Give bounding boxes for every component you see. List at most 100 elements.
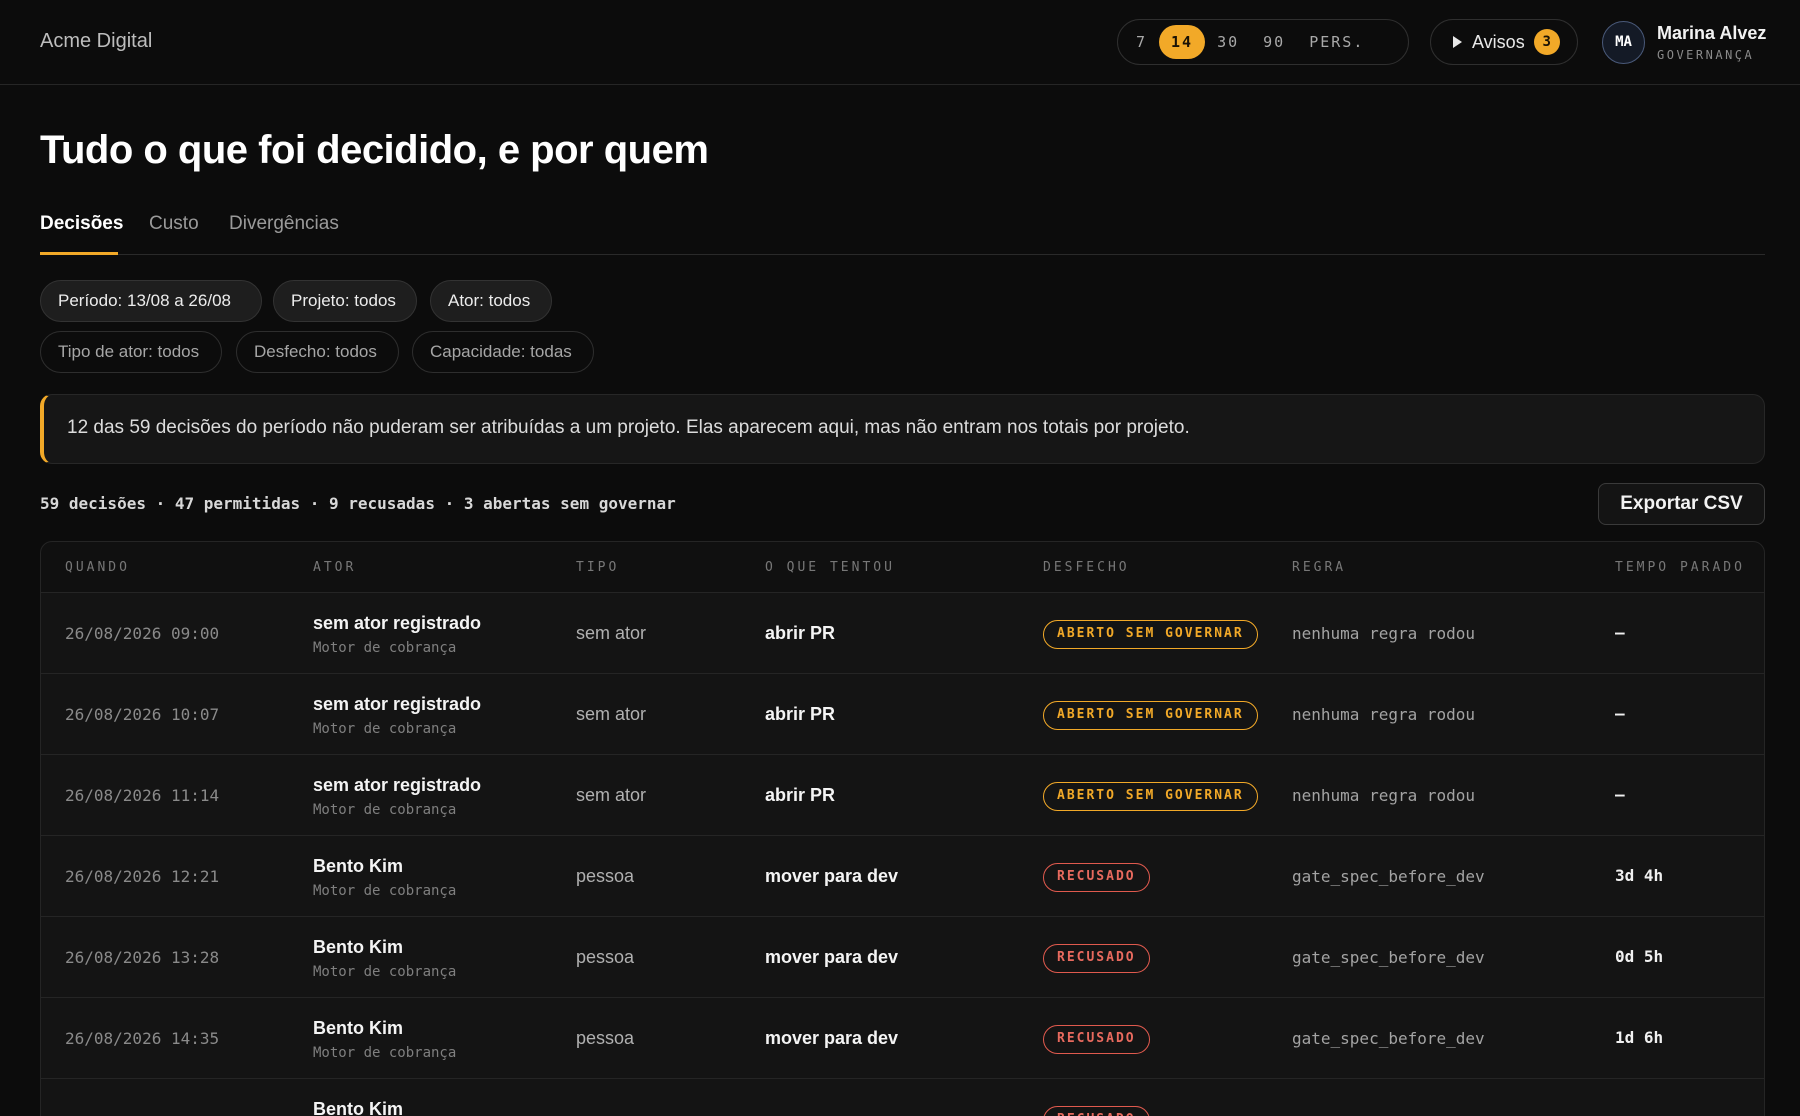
table-row[interactable]: 26/08/2026 13:28 Bento Kim Motor de cobran… xyxy=(41,917,1764,998)
cell-type: sem ator xyxy=(576,623,647,643)
range-option-7[interactable]: 7 xyxy=(1124,25,1159,59)
filter-project[interactable]: Projeto: todos xyxy=(273,280,417,322)
filter-outcome[interactable]: Desfecho: todos xyxy=(236,331,399,373)
outcome-badge: ABERTO SEM GOVERNAR xyxy=(1043,620,1258,649)
range-option-90[interactable]: 90 xyxy=(1251,25,1297,59)
cell-actor-project: Motor de cobrança xyxy=(313,1045,457,1061)
tab-custo[interactable]: Custo xyxy=(149,213,199,235)
outcome-badge: ABERTO SEM GOVERNAR xyxy=(1043,701,1258,730)
range-option-14[interactable]: 14 xyxy=(1159,25,1206,59)
table-row[interactable]: 26/08/2026 14:35 Bento Kim Motor de cobran… xyxy=(41,998,1764,1079)
cell-outcome: RECUSADO xyxy=(1043,1025,1150,1054)
cell-actor-project: Motor de cobrança xyxy=(313,640,457,656)
column-header-rule[interactable]: REGRA xyxy=(1292,560,1346,575)
filter-period[interactable]: Período: 13/08 a 26/08 xyxy=(40,280,262,322)
cell-rule: gate_spec_before_dev xyxy=(1292,867,1485,886)
range-option-custom[interactable]: PERS. xyxy=(1297,25,1376,59)
cell-actor-project: Motor de cobrança xyxy=(313,802,457,818)
cell-outcome: ABERTO SEM GOVERNAR xyxy=(1043,620,1258,649)
column-header-type[interactable]: TIPO xyxy=(576,560,619,575)
cell-attempt: mover para dev xyxy=(765,947,899,967)
cell-actor: sem ator registrado xyxy=(313,613,482,633)
alerts-count-badge: 3 xyxy=(1533,29,1560,55)
outcome-badge: RECUSADO xyxy=(1043,944,1150,973)
cell-attempt: mover para dev xyxy=(765,866,899,886)
cell-actor-project: Motor de cobrança xyxy=(313,883,457,899)
table-row[interactable]: 26/08/2026 12:21 Bento Kim Motor de cobran… xyxy=(41,836,1764,917)
outcome-badge: RECUSADO xyxy=(1043,1025,1150,1054)
user-avatar[interactable]: MA xyxy=(1602,21,1645,64)
cell-outcome: ABERTO SEM GOVERNAR xyxy=(1043,782,1258,811)
filter-actor-type[interactable]: Tipo de ator: todos xyxy=(40,331,222,373)
top-bar: Acme Digital 7 14 30 90 PERS. Avisos 3 M… xyxy=(0,0,1800,85)
alerts-button[interactable]: Avisos 3 xyxy=(1430,19,1578,65)
tab-divergencias[interactable]: Divergências xyxy=(229,213,339,235)
cell-rule: gate_spec_before_dev xyxy=(1292,1029,1485,1048)
cell-stopped-time: 0d 5h xyxy=(1615,947,1664,966)
cell-type: sem ator xyxy=(576,704,647,724)
column-header-attempt[interactable]: O QUE TENTOU xyxy=(765,560,895,575)
cell-attempt: abrir PR xyxy=(765,704,836,724)
unattributed-notice: 12 das 59 decisões do período não pudera… xyxy=(40,394,1765,464)
cell-outcome: RECUSADO xyxy=(1043,863,1150,892)
cell-actor-project: Motor de cobrança xyxy=(313,721,457,737)
table-header: QUANDO ATOR TIPO O QUE TENTOU DESFECHO R… xyxy=(41,542,1764,593)
cell-outcome: RECUSADO xyxy=(1043,944,1150,973)
cell-when: 26/08/2026 14:35 xyxy=(65,1029,220,1048)
cell-type: sem ator xyxy=(576,785,647,805)
cell-when: 26/08/2026 11:14 xyxy=(65,786,220,805)
active-tab-indicator xyxy=(40,252,118,255)
outcome-badge: ABERTO SEM GOVERNAR xyxy=(1043,782,1258,811)
table-row[interactable]: Bento Kim RECUSADO xyxy=(41,1079,1764,1116)
export-csv-button[interactable]: Exportar CSV xyxy=(1598,483,1765,525)
tab-decisoes[interactable]: Decisões xyxy=(40,213,123,235)
decisions-table: QUANDO ATOR TIPO O QUE TENTOU DESFECHO R… xyxy=(40,541,1765,1116)
brand-name[interactable]: Acme Digital xyxy=(40,30,152,53)
cell-rule: nenhuma regra rodou xyxy=(1292,786,1476,805)
cell-actor: Bento Kim xyxy=(313,937,403,957)
alerts-label: Avisos xyxy=(1472,31,1525,52)
cell-stopped-time: 3d 4h xyxy=(1615,866,1664,885)
table-row[interactable]: 26/08/2026 11:14 sem ator registrado Motor… xyxy=(41,755,1764,836)
table-row[interactable]: 26/08/2026 10:07 sem ator registrado Motor… xyxy=(41,674,1764,755)
cell-stopped-time: 1d 6h xyxy=(1615,1028,1664,1047)
cell-rule: gate_spec_before_dev xyxy=(1292,948,1485,967)
outcome-badge: RECUSADO xyxy=(1043,863,1150,892)
column-header-stopped-time[interactable]: TEMPO PARADO xyxy=(1615,560,1745,575)
cell-actor-project: Motor de cobrança xyxy=(313,964,457,980)
cell-outcome: RECUSADO xyxy=(1043,1106,1150,1116)
decisions-summary: 59 decisões · 47 permitidas · 9 recusada… xyxy=(40,494,676,513)
cell-when: 26/08/2026 12:21 xyxy=(65,867,220,886)
filter-actor[interactable]: Ator: todos xyxy=(430,280,552,322)
user-role: GOVERNANÇA xyxy=(1657,48,1755,62)
cell-when: 26/08/2026 13:28 xyxy=(65,948,220,967)
page-title: Tudo o que foi decidido, e por quem xyxy=(40,128,709,172)
cell-when: 26/08/2026 09:00 xyxy=(65,624,220,643)
cell-actor: sem ator registrado xyxy=(313,775,482,795)
range-option-30[interactable]: 30 xyxy=(1205,25,1251,59)
cell-actor: Bento Kim xyxy=(313,1099,403,1116)
column-header-when[interactable]: QUANDO xyxy=(65,560,130,575)
column-header-outcome[interactable]: DESFECHO xyxy=(1043,560,1130,575)
cell-attempt: mover para dev xyxy=(765,1028,899,1048)
column-header-actor[interactable]: ATOR xyxy=(313,560,356,575)
outcome-badge: RECUSADO xyxy=(1043,1106,1150,1116)
cell-stopped-time: — xyxy=(1615,623,1625,642)
cell-type: pessoa xyxy=(576,1028,635,1048)
cell-rule: nenhuma regra rodou xyxy=(1292,624,1476,643)
tab-bar: Decisões Custo Divergências xyxy=(40,205,1765,255)
user-name: Marina Alvez xyxy=(1657,23,1767,43)
filter-capability[interactable]: Capacidade: todas xyxy=(412,331,594,373)
cell-attempt: abrir PR xyxy=(765,623,836,643)
table-row[interactable]: 26/08/2026 09:00 sem ator registrado Motor… xyxy=(41,593,1764,674)
period-range-selector: 7 14 30 90 PERS. xyxy=(1117,19,1409,65)
play-icon xyxy=(1453,36,1462,48)
cell-stopped-time: — xyxy=(1615,785,1625,804)
cell-stopped-time: — xyxy=(1615,704,1625,723)
cell-actor: sem ator registrado xyxy=(313,694,482,714)
cell-rule: nenhuma regra rodou xyxy=(1292,705,1476,724)
cell-type: pessoa xyxy=(576,947,635,967)
cell-outcome: ABERTO SEM GOVERNAR xyxy=(1043,701,1258,730)
cell-actor: Bento Kim xyxy=(313,856,403,876)
cell-type: pessoa xyxy=(576,866,635,886)
